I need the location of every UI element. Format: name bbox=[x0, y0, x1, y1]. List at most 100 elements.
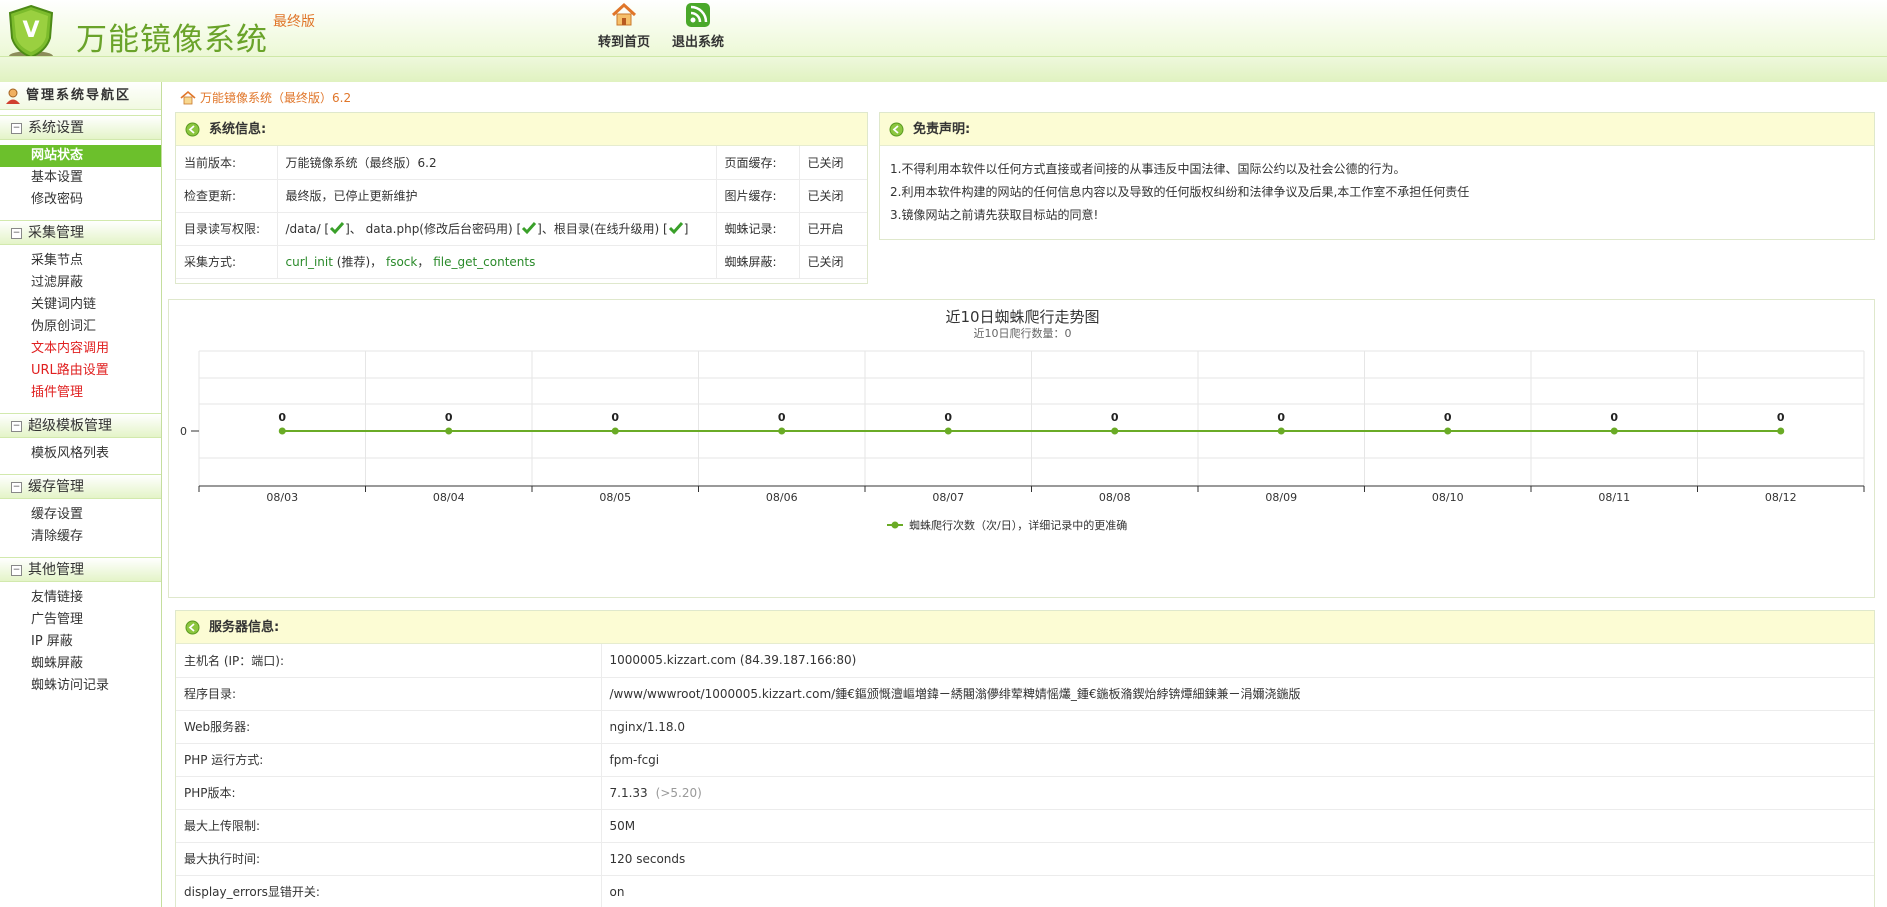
method-fgc: file_get_contents bbox=[433, 255, 536, 269]
goto-home-button[interactable]: 转到首页 bbox=[589, 2, 659, 50]
system-info-panel: 系统信息: 当前版本: 万能镜像系统（最终版）6.2 页面缓存: 已关闭 检查更… bbox=[175, 112, 868, 284]
server-value: nginx/1.18.0 bbox=[601, 710, 1874, 744]
sidebar-section-title: 采集管理 bbox=[28, 225, 84, 241]
home-icon bbox=[611, 2, 637, 26]
table-row: 主机名 (IP：端口): 1000005.kizzart.com (84.39.1… bbox=[176, 644, 1874, 678]
sidebar-item[interactable]: 蜘蛛访问记录 bbox=[0, 675, 161, 697]
version-key: 当前版本: bbox=[176, 146, 278, 180]
chart-legend-label: 蜘蛛爬行次数（次/日），详细记录中的更准确 bbox=[909, 518, 1127, 532]
chart-data-label: 0 bbox=[1610, 411, 1618, 424]
server-value-text: 1000005.kizzart.com (84.39.187.166:80) bbox=[609, 653, 857, 668]
sidebar-item[interactable]: 清除缓存 bbox=[0, 526, 161, 548]
page-cache-status: 已关闭 bbox=[799, 146, 867, 180]
logo-letter: V bbox=[22, 18, 39, 43]
chart-xtick-label: 08/04 bbox=[433, 491, 465, 504]
server-info-panel: 服务器信息: 主机名 (IP：端口): 1000005.kizzart.com (… bbox=[175, 610, 1875, 907]
sidebar-item[interactable]: 伪原创词汇 bbox=[0, 316, 161, 338]
sidebar-item[interactable]: 关键词内链 bbox=[0, 294, 161, 316]
method-curl-note: (推荐)， bbox=[332, 255, 383, 269]
table-row: Web服务器: nginx/1.18.0 bbox=[176, 710, 1874, 744]
spider-block-status: 已关闭 bbox=[799, 245, 867, 279]
sidebar-section-header[interactable]: − 缓存管理 bbox=[0, 474, 161, 499]
table-row: 程序目录: /www/wwwroot/1000005.kizzart.com/鍾€… bbox=[176, 677, 1874, 711]
sidebar-heading: 管理系统导航区 bbox=[0, 82, 161, 110]
disclaimer-body: 1.不得利用本软件以任何方式直接或者间接的从事违反中国法律、国际公约以及社会公德… bbox=[880, 146, 1874, 239]
breadcrumb-home-icon bbox=[180, 90, 196, 105]
sidebar-item[interactable]: 蜘蛛屏蔽 bbox=[0, 653, 161, 675]
server-value: /www/wwwroot/1000005.kizzart.com/鍾€鏂颁慨澶嶇… bbox=[601, 677, 1874, 711]
sidebar-item[interactable]: 模板风格列表 bbox=[0, 443, 161, 465]
chart-data-label: 0 bbox=[944, 411, 952, 424]
sidebar-item[interactable]: URL路由设置 bbox=[0, 360, 161, 382]
sidebar-item[interactable]: 缓存设置 bbox=[0, 504, 161, 526]
disclaimer-line: 3.镜像网站之前请先获取目标站的同意! bbox=[890, 208, 1099, 222]
collapse-minus-icon: − bbox=[11, 482, 22, 493]
chart-data-label: 0 bbox=[1111, 411, 1119, 424]
chart-data-point bbox=[278, 427, 286, 435]
chart-data-point bbox=[1777, 427, 1785, 435]
check-icon bbox=[522, 222, 537, 235]
sidebar-item[interactable]: 基本设置 bbox=[0, 167, 161, 189]
perm-end: ] bbox=[683, 222, 689, 236]
logo-shield-icon: V bbox=[8, 4, 54, 61]
chart-xtick-label: 08/05 bbox=[599, 491, 631, 504]
app-title: 万能镜像系统 bbox=[76, 22, 268, 58]
server-value-text: /www/wwwroot/1000005.kizzart.com/鍾€鏂颁慨澶嶇… bbox=[609, 687, 1301, 701]
disclaimer-panel: 免责声明: 1.不得利用本软件以任何方式直接或者间接的从事违反中国法律、国际公约… bbox=[879, 112, 1875, 240]
method-fsock: fsock bbox=[385, 255, 418, 269]
circle-arrow-icon bbox=[185, 122, 200, 137]
sidebar-item[interactable]: 修改密码 bbox=[0, 189, 161, 211]
sidebar-item[interactable]: 采集节点 bbox=[0, 250, 161, 272]
sidebar-section-header[interactable]: − 系统设置 bbox=[0, 115, 161, 140]
sidebar-section-title: 缓存管理 bbox=[28, 479, 84, 495]
sidebar-item-list: 模板风格列表 bbox=[0, 438, 161, 469]
server-key: Web服务器: bbox=[176, 710, 602, 744]
sidebar-section-header[interactable]: − 超级模板管理 bbox=[0, 413, 161, 438]
perm-root-dir: ]、根目录(在线升级用) [ bbox=[537, 222, 668, 236]
sidebar-item[interactable]: 网站状态 bbox=[0, 145, 161, 167]
sidebar-section-header[interactable]: − 其他管理 bbox=[0, 557, 161, 582]
server-key: 最大上传限制: bbox=[176, 809, 602, 843]
image-cache-status: 已关闭 bbox=[799, 179, 867, 213]
chart-ytick-label: 0 bbox=[180, 425, 187, 438]
system-info-title: 系统信息: bbox=[176, 113, 867, 146]
sidebar-nav: 管理系统导航区 − 系统设置 网站状态 基本设置 修改密码 − 采集管理 采集节点 过滤屏蔽 关键… bbox=[0, 82, 162, 907]
collapse-minus-icon: − bbox=[11, 123, 22, 134]
sidebar-item-list: 采集节点 过滤屏蔽 关键词内链 伪原创词汇 文本内容调用 URL路由设置 插件管理 bbox=[0, 245, 161, 408]
sidebar-section-header[interactable]: − 采集管理 bbox=[0, 220, 161, 245]
sidebar-item[interactable]: 友情链接 bbox=[0, 587, 161, 609]
server-info-title-text: 服务器信息: bbox=[209, 620, 280, 635]
permission-key: 目录读写权限: bbox=[176, 212, 278, 246]
sidebar-item[interactable]: 过滤屏蔽 bbox=[0, 272, 161, 294]
check-icon bbox=[668, 222, 683, 235]
sidebar-item[interactable]: 文本内容调用 bbox=[0, 338, 161, 360]
perm-data-dir: /data/ [ bbox=[285, 222, 330, 236]
table-row: 检查更新: 最终版，已停止更新维护 图片缓存: 已关闭 bbox=[176, 179, 867, 213]
logout-button[interactable]: 退出系统 bbox=[663, 2, 733, 50]
chart-data-point bbox=[611, 427, 619, 435]
spider-block-key: 蜘蛛屏蔽: bbox=[716, 245, 800, 279]
server-key: 最大执行时间: bbox=[176, 842, 602, 876]
sidebar-item[interactable]: 插件管理 bbox=[0, 382, 161, 404]
chart-data-point bbox=[1444, 427, 1452, 435]
sidebar-item[interactable]: IP 屏蔽 bbox=[0, 631, 161, 653]
disclaimer-line: 2.利用本软件构建的网站的任何信息内容以及导致的任何版权纠纷和法律争议及后果,本… bbox=[890, 185, 1470, 199]
chart-xtick-label: 08/03 bbox=[266, 491, 298, 504]
sidebar-item[interactable]: 广告管理 bbox=[0, 609, 161, 631]
sidebar-item-list: 缓存设置 清除缓存 bbox=[0, 499, 161, 552]
server-value-text: fpm-fcgi bbox=[609, 752, 660, 767]
perm-data-php: ]、 data.php(修改后台密码用) [ bbox=[345, 222, 522, 236]
server-value: 1000005.kizzart.com (84.39.187.166:80) bbox=[601, 644, 1874, 678]
server-value-note: (>5.20) bbox=[655, 785, 702, 800]
system-info-table: 当前版本: 万能镜像系统（最终版）6.2 页面缓存: 已关闭 检查更新: 最终版… bbox=[176, 146, 867, 279]
server-value: on bbox=[601, 875, 1874, 907]
sidebar-item-list: 网站状态 基本设置 修改密码 bbox=[0, 140, 161, 215]
chart-data-label: 0 bbox=[778, 411, 786, 424]
disclaimer-title-text: 免责声明: bbox=[913, 122, 971, 137]
goto-home-label: 转到首页 bbox=[597, 35, 650, 50]
server-value-text: 7.1.33 bbox=[609, 785, 648, 800]
chart-data-label: 0 bbox=[1444, 411, 1452, 424]
update-key: 检查更新: bbox=[176, 179, 278, 213]
table-row: 目录读写权限: /data/ [ ]、 data.php(修改后台密码用) [ ]、… bbox=[176, 212, 867, 246]
chart-data-point bbox=[1277, 427, 1285, 435]
